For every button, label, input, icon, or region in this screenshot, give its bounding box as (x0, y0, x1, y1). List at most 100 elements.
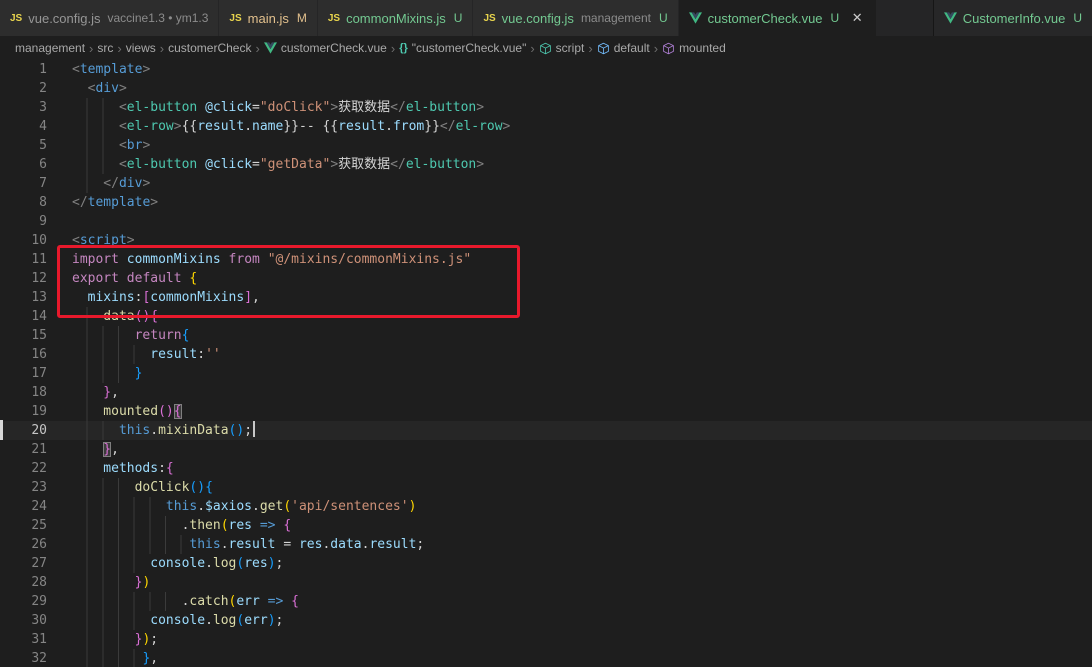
tab-label: CustomerInfo.vue (962, 10, 1066, 26)
code-line-5[interactable]: 5 <br> (0, 136, 1092, 155)
code-token: { (189, 271, 198, 286)
code-line-27[interactable]: 27 console.log(res); (0, 554, 1092, 573)
code-token: mounted (103, 404, 159, 419)
code-token: ; (275, 613, 284, 628)
symbol-mounted-icon (662, 42, 675, 55)
code-line-content: data(){ (47, 307, 158, 326)
tab-main.js[interactable]: JS main.js M (219, 0, 317, 36)
code-token: . (197, 499, 206, 514)
code-token: then (189, 518, 221, 533)
code-token: err (236, 594, 260, 609)
breadcrumb-item-management[interactable]: management (15, 41, 85, 55)
code-token: ) (267, 556, 276, 571)
code-token: methods (103, 461, 159, 476)
code-line-content: console.log(err); (47, 611, 283, 630)
code-line-20[interactable]: 20 this.mixinData(); (0, 421, 1092, 440)
code-token: console (150, 556, 206, 571)
code-line-13[interactable]: 13 mixins:[commonMixins], (0, 288, 1092, 307)
code-line-content: <el-button @click="getData">获取数据</el-but… (47, 155, 484, 174)
code-line-26[interactable]: 26 this.result = res.data.result; (0, 535, 1092, 554)
breadcrumb-item-customerCheck[interactable]: customerCheck (168, 41, 251, 55)
code-line-31[interactable]: 31}); (0, 630, 1092, 649)
code-line-29[interactable]: 29 .catch(err => { (0, 592, 1092, 611)
tab-vue.config.js[interactable]: JS vue.config.js vaccine1.3 • ym1.3 (0, 0, 219, 36)
code-token: ( (220, 518, 229, 533)
code-line-4[interactable]: 4 <el-row>{{result.name}}-- {{result.from… (0, 117, 1092, 136)
code-line-22[interactable]: 22 methods:{ (0, 459, 1092, 478)
breadcrumb-bar: management › src › views › customerCheck › custo… (0, 36, 1092, 60)
breadcrumb-label: default (613, 41, 650, 55)
tab-commonMixins.js[interactable]: JS commonMixins.js U (317, 0, 473, 36)
indent-guides (72, 535, 190, 554)
code-line-9[interactable]: 9 (0, 212, 1092, 231)
git-status-badge: U (658, 11, 668, 25)
code-line-6[interactable]: 6 <el-button @click="getData">获取数据</el-bu… (0, 155, 1092, 174)
javascript-file-icon: JS (483, 12, 496, 24)
code-token: < (72, 62, 80, 77)
indent-guides (72, 345, 151, 364)
tab-vue.config.js[interactable]: JS vue.config.js management U (473, 0, 678, 36)
editor-tab-bar: JS vue.config.js vaccine1.3 • ym1.3 JS main.… (0, 0, 1092, 36)
breadcrumb-item-mounted[interactable]: mounted (662, 41, 726, 55)
code-line-content: }) (47, 573, 150, 592)
breadcrumb-item-views[interactable]: views (126, 41, 156, 55)
code-token: > (142, 138, 151, 153)
code-line-25[interactable]: 25 .then(res => { (0, 516, 1092, 535)
tab-label: customerCheck.vue (707, 10, 823, 26)
code-editor[interactable]: 1 <template> 2 <div> 3 <el-button @click="doC… (0, 60, 1092, 667)
code-line-3[interactable]: 3 <el-button @click="doClick">获取数据</el-bu… (0, 98, 1092, 117)
line-number: 9 (39, 214, 47, 229)
line-number: 8 (39, 195, 47, 210)
code-line-24[interactable]: 24 this.$axios.get('api/sentences') (0, 497, 1092, 516)
close-icon[interactable]: ✕ (848, 9, 866, 27)
code-line-1[interactable]: 1 <template> (0, 60, 1092, 79)
code-line-14[interactable]: 14 data(){ (0, 307, 1092, 326)
code-token: > (142, 62, 151, 77)
code-line-32[interactable]: 32}, (0, 649, 1092, 667)
breadcrumb-item-customerCheck.vue[interactable]: customerCheck.vue (263, 41, 387, 55)
code-line-10[interactable]: 10 <script> (0, 231, 1092, 250)
breadcrumb-item-default[interactable]: default (597, 41, 650, 55)
breadcrumb-item-src[interactable]: src (97, 41, 113, 55)
javascript-file-icon: JS (229, 12, 242, 24)
line-number: 15 (31, 328, 47, 343)
code-line-content: methods:{ (47, 459, 174, 478)
code-line-21[interactable]: 21}, (0, 440, 1092, 459)
code-line-30[interactable]: 30 console.log(err); (0, 611, 1092, 630)
code-line-8[interactable]: 8 </template> (0, 193, 1092, 212)
code-line-2[interactable]: 2 <div> (0, 79, 1092, 98)
breadcrumb-item-script[interactable]: script (539, 41, 584, 55)
code-token: el-button (126, 100, 198, 115)
code-line-content: }); (47, 630, 158, 649)
line-number: 20 (31, 423, 47, 438)
indent-guides (72, 421, 119, 440)
code-line-28[interactable]: 28}) (0, 573, 1092, 592)
code-line-19[interactable]: 19 mounted(){ (0, 402, 1092, 421)
code-token: '' (205, 347, 221, 362)
code-line-16[interactable]: 16 result:'' (0, 345, 1092, 364)
indent-guides (72, 573, 135, 592)
tab-customerCheck.vue[interactable]: customerCheck.vue U ✕ (678, 0, 877, 36)
code-line-15[interactable]: 15 return{ (0, 326, 1092, 345)
javascript-file-icon: JS (10, 12, 23, 24)
code-line-17[interactable]: 17} (0, 364, 1092, 383)
line-number: 3 (39, 100, 47, 115)
code-token: , (252, 290, 260, 305)
braces-icon: {} (399, 42, 408, 54)
code-line-content (47, 212, 72, 231)
code-line-23[interactable]: 23 doClick(){ (0, 478, 1092, 497)
code-token: data (103, 309, 135, 324)
vue-file-icon (943, 12, 957, 24)
code-line-7[interactable]: 7 </div> (0, 174, 1092, 193)
tab-CustomerInfo.vue[interactable]: CustomerInfo.vue U (932, 0, 1092, 36)
indent-guides (72, 478, 135, 497)
code-line-11[interactable]: 11 import commonMixins from "@/mixins/com… (0, 250, 1092, 269)
breadcrumb-item-customerCheck.vue[interactable]: {} "customerCheck.vue" (399, 41, 526, 55)
code-line-18[interactable]: 18}, (0, 383, 1092, 402)
code-line-12[interactable]: 12 export default { (0, 269, 1092, 288)
line-number: 22 (31, 461, 47, 476)
code-token: > (476, 100, 485, 115)
